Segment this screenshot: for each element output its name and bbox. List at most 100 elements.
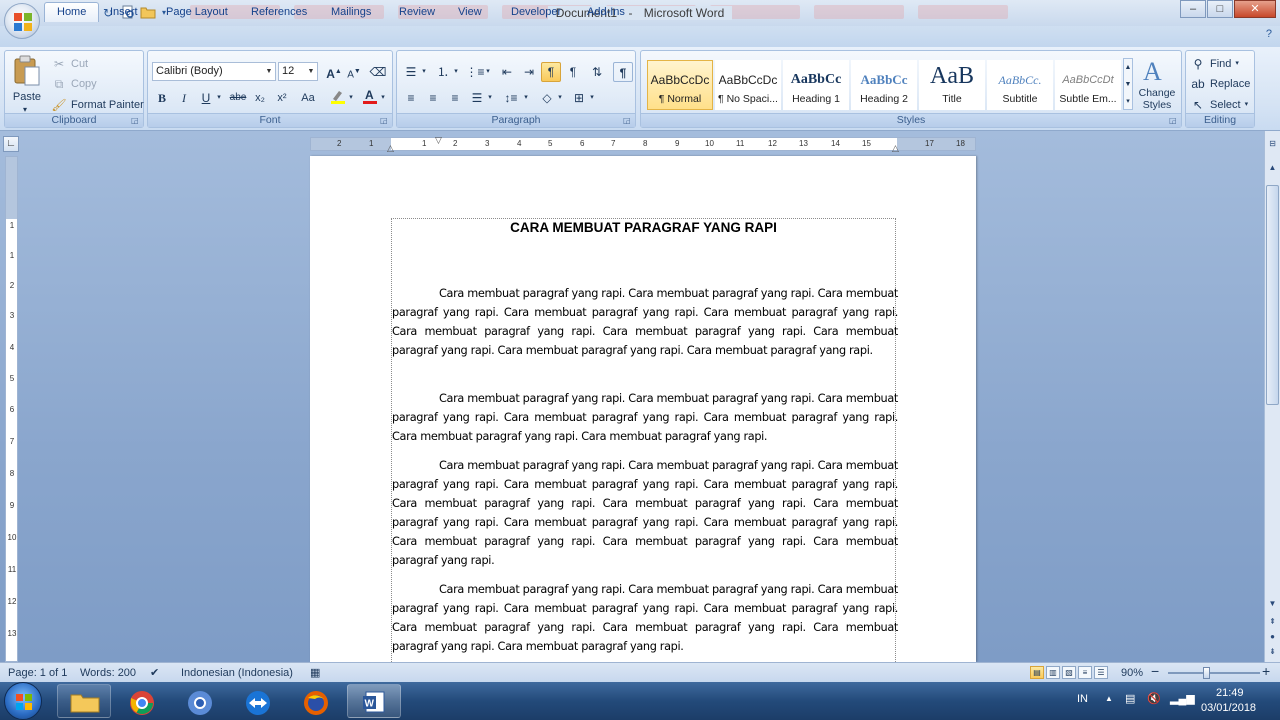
right-indent-marker[interactable]: △ bbox=[892, 143, 899, 154]
tab-mailings[interactable]: Mailings bbox=[331, 3, 371, 21]
paragraph-4[interactable]: Cara membuat paragraf yang rapi. Cara me… bbox=[392, 581, 898, 657]
replace-button[interactable]: ab Replace bbox=[1190, 75, 1250, 93]
bullets-dropdown-icon[interactable]: ▾ bbox=[419, 62, 429, 82]
taskbar-word[interactable]: W bbox=[347, 684, 401, 718]
tab-view[interactable]: View bbox=[458, 3, 482, 21]
vertical-scrollbar[interactable]: ⊟ ▲ ▼ ⇞ ● ⇟ bbox=[1264, 131, 1280, 662]
shading-dropdown-icon[interactable]: ▾ bbox=[555, 88, 565, 108]
dialog-launcher-icon[interactable]: ◲ bbox=[1169, 116, 1179, 126]
multilevel-list-button[interactable]: ⋮≡ bbox=[465, 62, 485, 82]
justify-dropdown-icon[interactable]: ▾ bbox=[485, 88, 495, 108]
vertical-ruler[interactable]: 1 1 2 3 4 5 6 7 8 9 10 11 12 13 bbox=[5, 156, 18, 662]
word-count[interactable]: Words: 200 bbox=[80, 666, 136, 680]
hanging-indent-marker[interactable]: △ bbox=[387, 143, 394, 154]
cut-button[interactable]: ✂ Cut bbox=[51, 55, 88, 73]
subscript-button[interactable]: x₂ bbox=[250, 88, 270, 108]
ltr-button[interactable]: ¶ bbox=[541, 62, 561, 82]
tab-references[interactable]: References bbox=[251, 3, 307, 21]
horizontal-ruler[interactable]: 2 1 1 2 3 4 5 6 7 8 9 10 11 12 13 14 15 … bbox=[310, 135, 976, 154]
decrease-indent-button[interactable]: ⇤ bbox=[497, 62, 517, 82]
ruler-toggle-icon[interactable]: ⊟ bbox=[1266, 137, 1279, 151]
justify-button[interactable]: ☰ bbox=[467, 88, 487, 108]
underline-button[interactable]: U bbox=[196, 88, 216, 108]
tab-selector[interactable]: ∟ bbox=[3, 136, 19, 152]
scroll-up-icon[interactable]: ▲ bbox=[1266, 161, 1279, 175]
volume-muted-icon[interactable]: 🔇 bbox=[1147, 692, 1161, 705]
style-no-spacing[interactable]: AaBbCcDc ¶ No Spaci... bbox=[715, 60, 781, 110]
show-hidden-icons-icon[interactable]: ▲ bbox=[1105, 694, 1113, 703]
font-color-dropdown-icon[interactable]: ▾ bbox=[378, 88, 388, 108]
clock-time[interactable]: 21:49 bbox=[1216, 687, 1244, 699]
paragraph-text[interactable]: Cara membuat paragraf yang rapi. Cara me… bbox=[392, 285, 898, 361]
rtl-button[interactable]: ¶ bbox=[563, 62, 583, 82]
first-line-indent-marker[interactable]: ▽ bbox=[435, 135, 442, 146]
network-icon[interactable]: ▤ bbox=[1125, 692, 1135, 705]
font-family-combo[interactable]: Calibri (Body) ▼ bbox=[152, 62, 276, 81]
office-button[interactable] bbox=[4, 3, 40, 39]
proofing-icon[interactable]: ✔ bbox=[150, 666, 159, 680]
tab-page-layout[interactable]: Page Layout bbox=[166, 3, 228, 21]
paragraph-1[interactable]: Cara membuat paragraf yang rapi. Cara me… bbox=[392, 285, 898, 361]
help-icon[interactable]: ? bbox=[1266, 28, 1272, 40]
change-styles-button[interactable]: A Change Styles bbox=[1135, 55, 1179, 115]
increase-indent-button[interactable]: ⇥ bbox=[519, 62, 539, 82]
maximize-button[interactable]: □ bbox=[1207, 0, 1233, 18]
zoom-level[interactable]: 90% bbox=[1121, 666, 1143, 680]
signal-icon[interactable]: ▂▄▆ bbox=[1170, 692, 1195, 705]
tab-home[interactable]: Home bbox=[44, 2, 100, 22]
gallery-down-icon[interactable]: ▼ bbox=[1124, 76, 1132, 93]
grow-font-button[interactable]: A▲ bbox=[324, 62, 344, 82]
style-heading-2[interactable]: AaBbCc Heading 2 bbox=[851, 60, 917, 110]
zoom-out-button[interactable]: − bbox=[1151, 664, 1159, 678]
style-heading-1[interactable]: AaBbCc Heading 1 bbox=[783, 60, 849, 110]
close-button[interactable]: ✕ bbox=[1234, 0, 1276, 18]
input-language[interactable]: IN bbox=[1077, 693, 1088, 705]
style-subtitle[interactable]: AaBbCc. Subtitle bbox=[987, 60, 1053, 110]
paragraph-text[interactable]: Cara membuat paragraf yang rapi. Cara me… bbox=[392, 390, 898, 447]
paragraph-3[interactable]: Cara membuat paragraf yang rapi. Cara me… bbox=[392, 457, 898, 570]
find-button[interactable]: ⚲ Find ▾ bbox=[1190, 55, 1239, 73]
outline-view-icon[interactable]: ≡ bbox=[1078, 666, 1092, 679]
select-button[interactable]: ↖ Select ▾ bbox=[1190, 96, 1248, 114]
style-title[interactable]: AaB Title bbox=[919, 60, 985, 110]
next-page-icon[interactable]: ⇟ bbox=[1266, 645, 1279, 659]
macro-record-icon[interactable]: ▦ bbox=[310, 666, 320, 680]
strikethrough-button[interactable]: abe bbox=[228, 88, 248, 108]
align-left-button[interactable]: ≡ bbox=[401, 88, 421, 108]
scroll-thumb[interactable] bbox=[1266, 185, 1279, 405]
font-size-combo[interactable]: 12 ▼ bbox=[278, 62, 318, 81]
style-normal[interactable]: AaBbCcDc ¶ Normal bbox=[647, 60, 713, 110]
dialog-launcher-icon[interactable]: ◲ bbox=[623, 116, 633, 126]
gallery-scroll[interactable]: ▲ ▼ ▾ bbox=[1123, 58, 1133, 110]
borders-dropdown-icon[interactable]: ▾ bbox=[587, 88, 597, 108]
taskbar-firefox[interactable] bbox=[289, 684, 343, 718]
zoom-slider-track[interactable] bbox=[1168, 672, 1260, 674]
tab-developer[interactable]: Developer bbox=[511, 3, 561, 21]
borders-button[interactable]: ⊞ bbox=[569, 88, 589, 108]
line-spacing-button[interactable]: ↕≡ bbox=[501, 88, 521, 108]
font-color-button[interactable]: A bbox=[360, 88, 380, 108]
bold-button[interactable]: B bbox=[152, 88, 172, 108]
taskbar-chrome[interactable] bbox=[115, 684, 169, 718]
scroll-down-icon[interactable]: ▼ bbox=[1266, 597, 1279, 611]
print-layout-view-icon[interactable]: ▤ bbox=[1030, 666, 1044, 679]
multilevel-dropdown-icon[interactable]: ▾ bbox=[483, 62, 493, 82]
dialog-launcher-icon[interactable]: ◲ bbox=[131, 116, 141, 126]
shrink-font-button[interactable]: A▼ bbox=[344, 62, 364, 82]
highlight-dropdown-icon[interactable]: ▾ bbox=[346, 88, 356, 108]
draft-view-icon[interactable]: ☰ bbox=[1094, 666, 1108, 679]
taskbar-explorer[interactable] bbox=[57, 684, 111, 718]
format-painter-button[interactable]: 🖌 Format Painter bbox=[51, 96, 143, 114]
line-spacing-dropdown-icon[interactable]: ▾ bbox=[521, 88, 531, 108]
style-subtle-emphasis[interactable]: AaBbCcDt Subtle Em... bbox=[1055, 60, 1121, 110]
italic-button[interactable]: I bbox=[174, 88, 194, 108]
full-screen-reading-icon[interactable]: ▥ bbox=[1046, 666, 1060, 679]
start-button[interactable] bbox=[4, 682, 42, 720]
paragraph-text[interactable]: Cara membuat paragraf yang rapi. Cara me… bbox=[392, 457, 898, 570]
document-page[interactable]: CARA MEMBUAT PARAGRAF YANG RAPI Cara mem… bbox=[310, 156, 976, 662]
zoom-slider-thumb[interactable] bbox=[1203, 667, 1210, 679]
gallery-up-icon[interactable]: ▲ bbox=[1124, 59, 1132, 76]
dialog-launcher-icon[interactable]: ◲ bbox=[380, 116, 390, 126]
previous-page-icon[interactable]: ⇞ bbox=[1266, 615, 1279, 629]
zoom-in-button[interactable]: + bbox=[1262, 664, 1270, 678]
